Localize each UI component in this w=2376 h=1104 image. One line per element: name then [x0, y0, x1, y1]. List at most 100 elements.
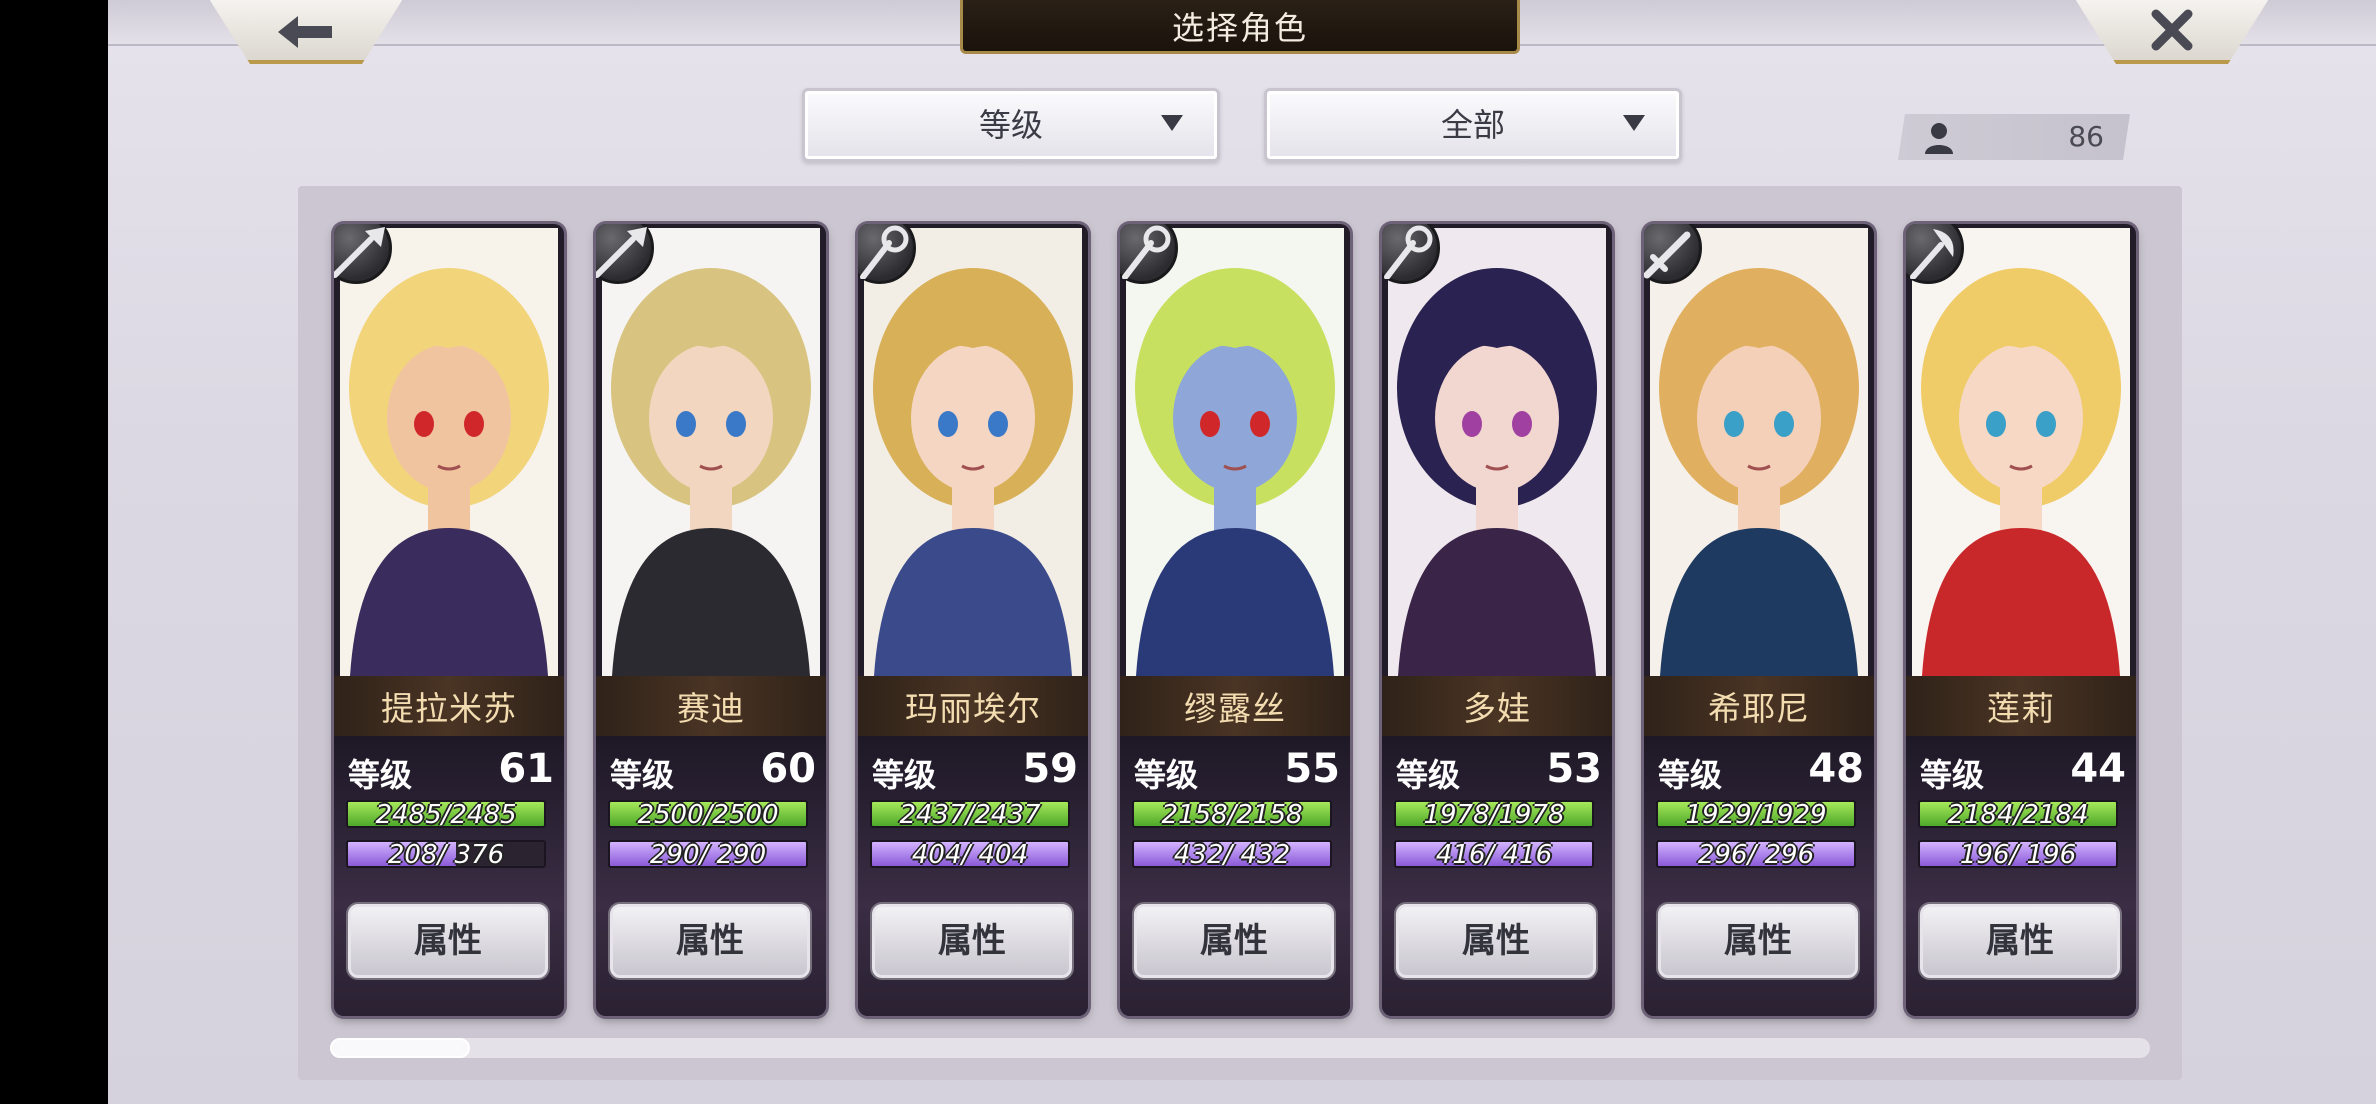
- level-value: 48: [1808, 746, 1864, 792]
- hp-value: 2158/2158: [1161, 800, 1303, 828]
- character-portrait[interactable]: [1126, 228, 1344, 676]
- staff-icon: [1382, 224, 1440, 284]
- level-value: 60: [760, 746, 816, 792]
- character-stats: 等级 55 2158/2158 432/ 432 属性: [1120, 736, 1350, 1016]
- character-card[interactable]: 赛迪 等级 60 2500/2500 290/ 290 属性: [596, 224, 826, 1016]
- character-stats: 等级 61 2485/2485 208/ 376 属性: [334, 736, 564, 1016]
- character-name-bar: 提拉米苏: [334, 676, 564, 736]
- character-portrait[interactable]: [340, 228, 558, 676]
- mp-value: 432/ 432: [1173, 840, 1291, 868]
- attributes-button-label: 属性: [938, 921, 1006, 961]
- level-row: 等级 61: [348, 746, 554, 794]
- character-card[interactable]: 莲莉 等级 44 2184/2184 196/ 196 属性: [1906, 224, 2136, 1016]
- level-row: 等级 53: [1396, 746, 1602, 794]
- staff-icon: [1120, 224, 1178, 284]
- mp-value: 290/ 290: [649, 840, 767, 868]
- attributes-button[interactable]: 属性: [1920, 904, 2120, 978]
- attributes-button[interactable]: 属性: [1396, 904, 1596, 978]
- close-button[interactable]: [2072, 0, 2272, 64]
- level-label: 等级: [872, 756, 937, 794]
- character-name: 希耶尼: [1708, 689, 1810, 728]
- attributes-button-label: 属性: [1462, 921, 1530, 961]
- character-name: 莲莉: [1987, 689, 2055, 728]
- mp-bar: 208/ 376: [346, 840, 546, 868]
- attributes-button[interactable]: 属性: [348, 904, 548, 978]
- character-portrait[interactable]: [1388, 228, 1606, 676]
- character-name-bar: 缪露丝: [1120, 676, 1350, 736]
- attributes-button-label: 属性: [1986, 921, 2054, 961]
- filter-dropdown[interactable]: 全部: [1264, 88, 1682, 162]
- character-name: 玛丽埃尔: [905, 689, 1041, 728]
- mp-bar: 290/ 290: [608, 840, 808, 868]
- level-label: 等级: [1396, 756, 1461, 794]
- character-name-bar: 赛迪: [596, 676, 826, 736]
- hp-value: 2485/2485: [375, 800, 517, 828]
- close-icon: [2076, 4, 2268, 64]
- character-card-list: 提拉米苏 等级 61 2485/2485 208/ 376 属性 赛迪 等级 6…: [334, 224, 2154, 1016]
- mp-value: 208/ 376: [387, 840, 505, 868]
- level-value: 53: [1546, 746, 1602, 792]
- mp-bar: 296/ 296: [1656, 840, 1856, 868]
- character-name-bar: 玛丽埃尔: [858, 676, 1088, 736]
- filter-dropdown-value: 全部: [1440, 106, 1505, 144]
- level-value: 55: [1284, 746, 1340, 792]
- character-card[interactable]: 提拉米苏 等级 61 2485/2485 208/ 376 属性: [334, 224, 564, 1016]
- character-count-value: 86: [2068, 120, 2104, 153]
- character-name-bar: 希耶尼: [1644, 676, 1874, 736]
- hp-bar: 2485/2485: [346, 800, 546, 828]
- character-name-bar: 多娃: [1382, 676, 1612, 736]
- level-row: 等级 60: [610, 746, 816, 794]
- hp-value: 2500/2500: [637, 800, 779, 828]
- chevron-down-icon: [1161, 115, 1183, 131]
- level-label: 等级: [1920, 756, 1985, 794]
- character-portrait[interactable]: [1650, 228, 1868, 676]
- hp-bar: 2184/2184: [1918, 800, 2118, 828]
- page-title: 选择角色: [1171, 8, 1308, 47]
- game-screen: 选择角色 等级 全部 86 提拉米苏 等级 61 2485/2485 208/ …: [108, 0, 2376, 1104]
- character-portrait[interactable]: [602, 228, 820, 676]
- attributes-button[interactable]: 属性: [872, 904, 1072, 978]
- horizontal-scrollbar[interactable]: [330, 1038, 2150, 1058]
- character-name: 多娃: [1463, 689, 1531, 728]
- character-stats: 等级 60 2500/2500 290/ 290 属性: [596, 736, 826, 1016]
- attributes-button[interactable]: 属性: [1134, 904, 1334, 978]
- level-label: 等级: [1134, 756, 1199, 794]
- character-name: 提拉米苏: [381, 689, 517, 728]
- hp-bar: 2500/2500: [608, 800, 808, 828]
- hp-value: 2184/2184: [1947, 800, 2089, 828]
- level-row: 等级 59: [872, 746, 1078, 794]
- level-row: 等级 55: [1134, 746, 1340, 794]
- scrollbar-thumb[interactable]: [330, 1038, 470, 1058]
- attributes-button[interactable]: 属性: [1658, 904, 1858, 978]
- character-count: 86: [1898, 114, 2130, 160]
- hp-value: 1978/1978: [1423, 800, 1565, 828]
- hp-bar: 2437/2437: [870, 800, 1070, 828]
- mp-value: 416/ 416: [1435, 840, 1553, 868]
- character-portrait[interactable]: [864, 228, 1082, 676]
- axe-icon: [1906, 224, 1964, 284]
- spear-icon: [596, 224, 654, 284]
- level-value: 59: [1022, 746, 1078, 792]
- attributes-button[interactable]: 属性: [610, 904, 810, 978]
- level-label: 等级: [610, 756, 675, 794]
- mp-bar: 404/ 404: [870, 840, 1070, 868]
- character-card[interactable]: 希耶尼 等级 48 1929/1929 296/ 296 属性: [1644, 224, 1874, 1016]
- back-button[interactable]: [206, 0, 406, 64]
- level-row: 等级 48: [1658, 746, 1864, 794]
- person-icon: [1925, 123, 1953, 154]
- character-card[interactable]: 缪露丝 等级 55 2158/2158 432/ 432 属性: [1120, 224, 1350, 1016]
- page-title-bar: 选择角色: [960, 0, 1520, 54]
- character-portrait[interactable]: [1912, 228, 2130, 676]
- hp-value: 2437/2437: [899, 800, 1041, 828]
- mp-value: 196/ 196: [1959, 840, 2077, 868]
- staff-icon: [858, 224, 916, 284]
- chevron-down-icon: [1623, 115, 1645, 131]
- character-stats: 等级 48 1929/1929 296/ 296 属性: [1644, 736, 1874, 1016]
- character-name-bar: 莲莉: [1906, 676, 2136, 736]
- hp-bar: 1929/1929: [1656, 800, 1856, 828]
- character-card[interactable]: 多娃 等级 53 1978/1978 416/ 416 属性: [1382, 224, 1612, 1016]
- character-card[interactable]: 玛丽埃尔 等级 59 2437/2437 404/ 404 属性: [858, 224, 1088, 1016]
- character-stats: 等级 44 2184/2184 196/ 196 属性: [1906, 736, 2136, 1016]
- sort-dropdown[interactable]: 等级: [802, 88, 1220, 162]
- mp-value: 296/ 296: [1697, 840, 1815, 868]
